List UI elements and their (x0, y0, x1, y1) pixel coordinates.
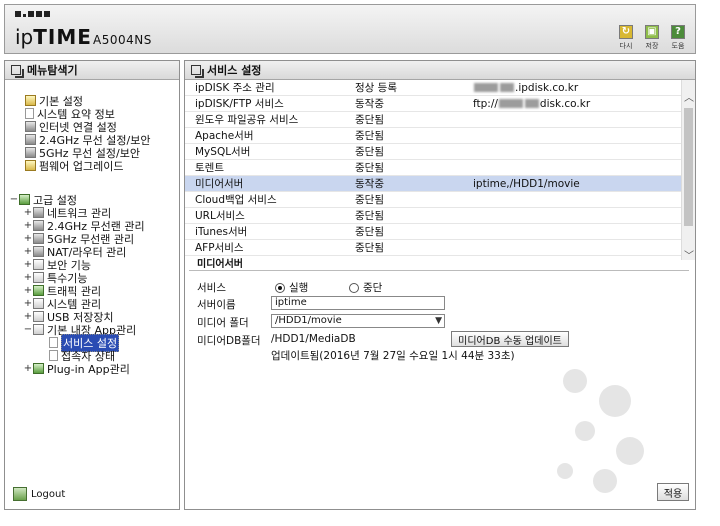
model-name: A5004NS (93, 33, 152, 47)
router-icon (33, 246, 44, 257)
service-row-selected[interactable]: 미디어서버 동작중 iptime,/HDD1/movie (185, 175, 681, 192)
wireless-icon (33, 233, 44, 244)
logout-icon (13, 487, 27, 501)
service-label: 서비스 (197, 282, 226, 294)
header-bar: ipTIME A5004NS ↻ 다시 ▣ 저장 ? 도움 (4, 4, 696, 54)
page-icon (49, 337, 58, 348)
service-row[interactable]: 토렌트 중단됨 (185, 159, 681, 176)
explorer-icon (11, 65, 24, 78)
server-name-label: 서버이름 (197, 299, 236, 311)
media-db-update-button[interactable]: 미디어DB 수동 업데이트 (451, 331, 569, 347)
media-db-folder-value: /HDD1/MediaDB (271, 333, 356, 345)
traffic-icon (33, 285, 44, 296)
menu-explorer-panel: 메뉴탐색기 기본 설정 시스템 요약 정보 인터넷 연결 설정 2.4GHz 무… (4, 60, 180, 510)
refresh-icon: ↻ (619, 25, 633, 39)
save-icon: ▣ (645, 25, 659, 39)
wireless-icon (33, 220, 44, 231)
service-row[interactable]: MySQL서버 중단됨 (185, 143, 681, 160)
upgrade-icon (25, 160, 36, 171)
watermark-graphic (557, 369, 644, 493)
app-icon (33, 324, 44, 335)
service-row[interactable]: iTunes서버 중단됨 (185, 223, 681, 240)
run-radio[interactable]: 실행 (275, 280, 308, 295)
radio-icon (349, 282, 359, 293)
menu-explorer-title: 메뉴탐색기 (5, 61, 179, 80)
light-icon (33, 272, 44, 283)
save-button[interactable]: ▣ 저장 (643, 25, 661, 51)
chart-icon (25, 108, 34, 119)
service-row[interactable]: ipDISK/FTP 서비스 동작중 ftp://disk.co.kr (185, 95, 681, 112)
media-folder-select[interactable]: /HDD1/movie ▼ (271, 314, 445, 328)
wireless-icon (25, 147, 36, 158)
folder-icon (25, 95, 36, 106)
service-list-scrollbar[interactable]: ︿ ﹀ (681, 80, 695, 260)
chevron-up-icon[interactable]: ︿ (682, 92, 695, 106)
tree-firmware-upgrade[interactable]: 펌웨어 업그레이드 (25, 159, 123, 173)
media-db-update-status: 업데이트됨(2016년 7월 27일 수요일 1시 44분 33초) (271, 350, 515, 362)
service-row[interactable]: Cloud백업 서비스 중단됨 (185, 191, 681, 208)
tree-plugin-app-mgmt[interactable]: + Plug-in App관리 (23, 362, 130, 376)
plugin-icon (33, 363, 44, 374)
radio-selected-icon (275, 282, 285, 293)
service-row[interactable]: Apache서버 중단됨 (185, 127, 681, 144)
service-row[interactable]: 윈도우 파일공유 서비스 중단됨 (185, 111, 681, 128)
brand-logo: ipTIME (15, 25, 92, 49)
explorer-icon (191, 65, 204, 78)
service-row[interactable]: AFP서비스 중단됨 (185, 239, 681, 256)
network-icon (25, 121, 36, 132)
lock-icon (33, 259, 44, 270)
media-db-folder-label: 미디어DB폴더 (197, 335, 261, 347)
scrollbar-thumb[interactable] (684, 108, 693, 226)
stop-radio[interactable]: 중단 (349, 280, 382, 295)
service-row[interactable]: URL서비스 중단됨 (185, 207, 681, 224)
media-server-section-title: 미디어서버 (189, 259, 689, 271)
collapse-icon[interactable]: − (9, 194, 19, 205)
service-settings-title: 서비스 설정 (185, 61, 695, 80)
chevron-down-icon: ▼ (435, 316, 442, 326)
logout-button[interactable]: Logout (13, 487, 65, 501)
system-icon (33, 298, 44, 309)
gear-folder-icon (19, 194, 30, 205)
help-icon: ? (671, 25, 685, 39)
network-icon (33, 207, 44, 218)
service-settings-panel: 서비스 설정 ipDISK 주소 관리 정상 등록 .ipdisk.co.kr … (184, 60, 696, 510)
help-button[interactable]: ? 도움 (669, 25, 687, 51)
brand-dots-icon (15, 11, 50, 17)
page-icon (49, 350, 58, 361)
server-name-input[interactable]: iptime (271, 296, 445, 310)
service-list: ipDISK 주소 관리 정상 등록 .ipdisk.co.kr ipDISK/… (185, 80, 695, 260)
apply-button[interactable]: 적용 (657, 483, 689, 501)
wireless-icon (25, 134, 36, 145)
refresh-button[interactable]: ↻ 다시 (617, 25, 635, 51)
media-folder-label: 미디어 폴더 (197, 317, 249, 329)
service-row[interactable]: ipDISK 주소 관리 정상 등록 .ipdisk.co.kr (185, 80, 681, 96)
usb-icon (33, 311, 44, 322)
